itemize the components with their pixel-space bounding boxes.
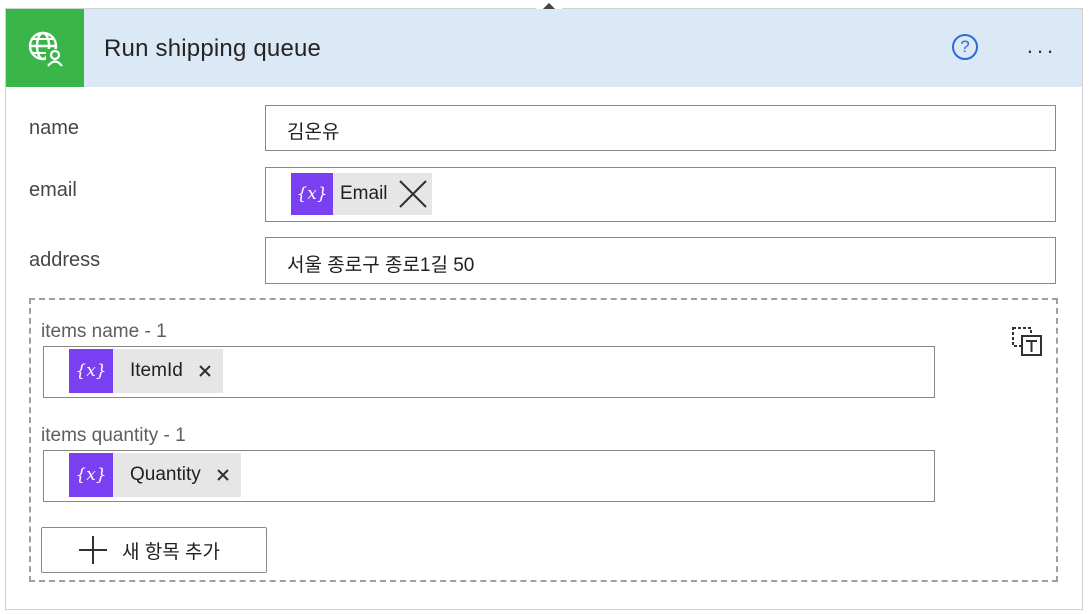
- add-button-label: 새 항목 추가: [122, 541, 220, 563]
- name-value: 김온유: [287, 122, 340, 143]
- globe-person-icon: [6, 9, 84, 87]
- itemid-token[interactable]: {x} ItemId: [69, 349, 223, 393]
- close-icon[interactable]: [193, 349, 223, 393]
- token-label: ItemId: [130, 360, 183, 381]
- close-icon[interactable]: [396, 173, 432, 215]
- variable-icon: {x}: [69, 349, 113, 393]
- email-field[interactable]: {x} Email: [265, 167, 1056, 222]
- variable-icon: {x}: [291, 173, 333, 215]
- name-label: name: [29, 117, 80, 139]
- items-quantity-field[interactable]: {x} Quantity: [43, 450, 935, 502]
- items-array-section: items name - 1 {x} ItemId items quantity…: [29, 298, 1058, 582]
- items-name-field[interactable]: {x} ItemId: [43, 346, 935, 398]
- items-name-label: items name - 1: [41, 321, 167, 342]
- variable-icon: {x}: [69, 453, 113, 497]
- address-value: 서울 종로구 종로1길 50: [287, 255, 475, 276]
- address-label: address: [29, 249, 101, 271]
- switch-to-text-mode-icon[interactable]: [1011, 324, 1045, 358]
- items-quantity-label: items quantity - 1: [41, 425, 186, 446]
- token-label: Email: [340, 183, 388, 204]
- email-token[interactable]: {x} Email: [291, 173, 432, 215]
- card-header[interactable]: Run shipping queue ? ...: [6, 9, 1082, 87]
- close-icon[interactable]: [211, 453, 241, 497]
- email-label: email: [29, 179, 77, 201]
- help-icon[interactable]: ?: [952, 34, 978, 60]
- plus-icon: [79, 536, 107, 564]
- address-field[interactable]: 서울 종로구 종로1길 50: [265, 237, 1056, 284]
- more-options-icon[interactable]: ...: [1020, 31, 1064, 61]
- action-title[interactable]: Run shipping queue: [104, 35, 321, 63]
- quantity-token[interactable]: {x} Quantity: [69, 453, 241, 497]
- add-new-item-button[interactable]: 새 항목 추가: [41, 527, 267, 573]
- token-label: Quantity: [130, 464, 201, 485]
- action-card: Run shipping queue ? ... name 김온유 email …: [5, 2, 1083, 610]
- name-field[interactable]: 김온유: [265, 105, 1056, 151]
